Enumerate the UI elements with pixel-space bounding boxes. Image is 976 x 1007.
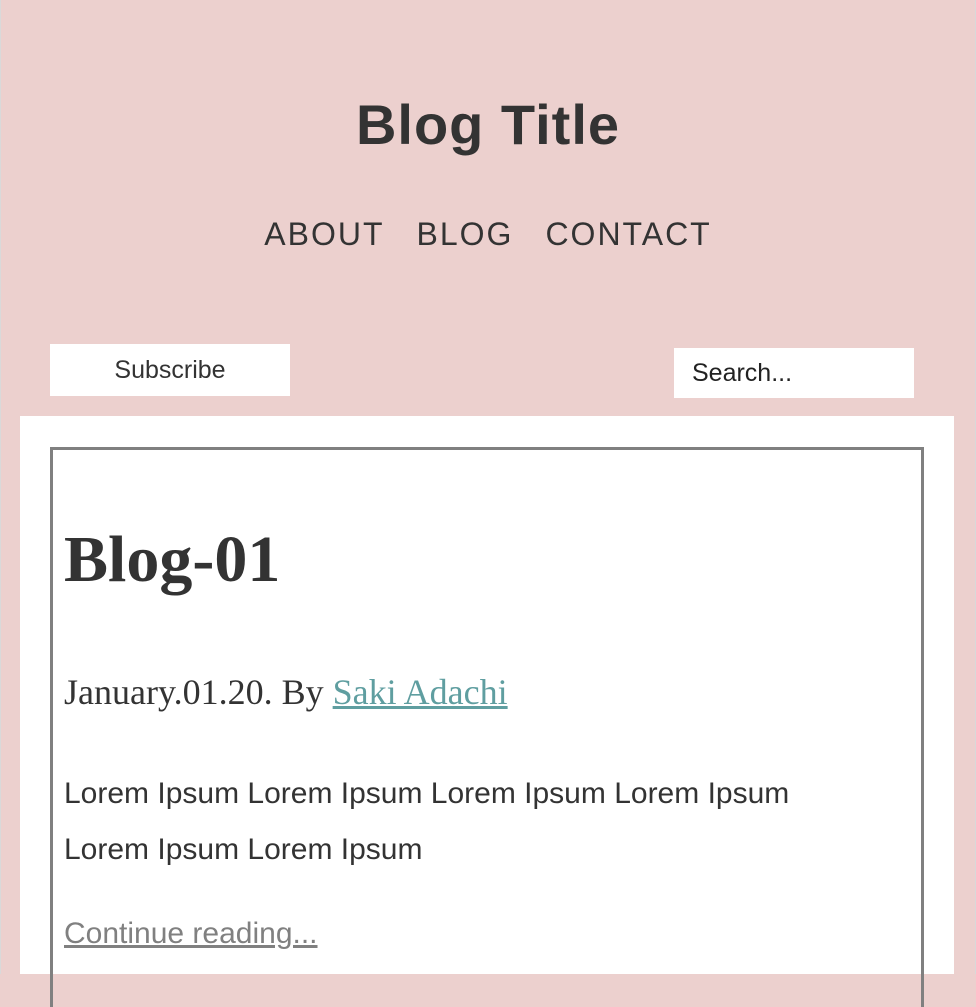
search-input[interactable] — [674, 348, 914, 398]
post-date: January.01.20. By — [64, 672, 333, 712]
blog-title: Blog Title — [355, 93, 621, 156]
post-card: Blog-01 January.01.20. By Saki Adachi Lo… — [50, 447, 924, 1007]
nav-item-blog[interactable]: BLOG — [417, 214, 514, 254]
continue-reading-link[interactable]: Continue reading... — [64, 914, 318, 954]
post-title: Blog-01 — [64, 523, 281, 596]
post-excerpt: Lorem Ipsum Lorem Ipsum Lorem Ipsum Lore… — [64, 777, 790, 866]
nav-item-about[interactable]: ABOUT — [264, 214, 384, 254]
author-link[interactable]: Saki Adachi — [333, 672, 508, 712]
main-content: Blog-01 January.01.20. By Saki Adachi Lo… — [20, 416, 954, 1007]
nav-item-contact[interactable]: CONTACT — [545, 214, 711, 254]
post-meta: January.01.20. By Saki Adachi — [64, 670, 508, 714]
subscribe-button[interactable]: Subscribe — [50, 344, 290, 396]
main-nav: ABOUT BLOG CONTACT — [0, 214, 976, 254]
